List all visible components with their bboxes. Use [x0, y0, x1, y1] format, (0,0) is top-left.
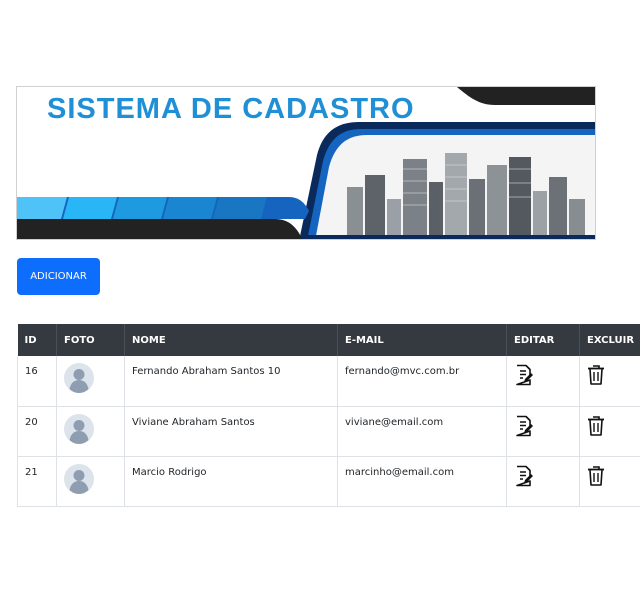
table-row: 21 Marcio Rodrigo marcinho@email.com [17, 456, 640, 507]
edit-document-icon[interactable] [514, 364, 534, 389]
cell-nome: Fernando Abraham Santos 10 [124, 356, 338, 407]
cell-foto [56, 356, 125, 407]
avatar-placeholder-icon [64, 413, 94, 444]
column-header-id: ID [17, 324, 57, 356]
cell-excluir [579, 356, 640, 407]
cell-editar [506, 356, 580, 407]
cell-email: fernando@mvc.com.br [337, 356, 507, 407]
column-header-excluir: EXCLUIR [579, 324, 640, 356]
table-row: 20 Viviane Abraham Santos viviane@email.… [17, 406, 640, 457]
edit-document-icon[interactable] [514, 415, 534, 440]
add-button[interactable]: ADICIONAR [17, 258, 100, 295]
cell-excluir [579, 406, 640, 457]
column-header-email: E-MAIL [337, 324, 507, 356]
table-row: 16 Fernando Abraham Santos 10 fernando@m… [17, 356, 640, 407]
cell-excluir [579, 456, 640, 507]
cell-editar [506, 406, 580, 457]
column-header-nome: NOME [124, 324, 338, 356]
cell-email: marcinho@email.com [337, 456, 507, 507]
trash-icon[interactable] [587, 415, 605, 440]
users-table: ID FOTO NOME E-MAIL EDITAR EXCLUIR 16 Fe… [17, 324, 640, 507]
cell-id: 21 [17, 456, 57, 507]
header-banner: SISTEMA DE CADASTRO [16, 86, 596, 240]
cell-email: viviane@email.com [337, 406, 507, 457]
cell-foto [56, 406, 125, 457]
cell-id: 16 [17, 356, 57, 407]
cell-nome: Viviane Abraham Santos [124, 406, 338, 457]
cell-id: 20 [17, 406, 57, 457]
cell-nome: Marcio Rodrigo [124, 456, 338, 507]
column-header-foto: FOTO [56, 324, 125, 356]
cell-editar [506, 456, 580, 507]
trash-icon[interactable] [587, 364, 605, 389]
edit-document-icon[interactable] [514, 465, 534, 490]
avatar-placeholder-icon [64, 463, 94, 494]
trash-icon[interactable] [587, 465, 605, 490]
table-header-row: ID FOTO NOME E-MAIL EDITAR EXCLUIR [17, 324, 640, 356]
column-header-editar: EDITAR [506, 324, 580, 356]
banner-title: SISTEMA DE CADASTRO [47, 93, 415, 125]
cell-foto [56, 456, 125, 507]
avatar-placeholder-icon [64, 363, 94, 393]
